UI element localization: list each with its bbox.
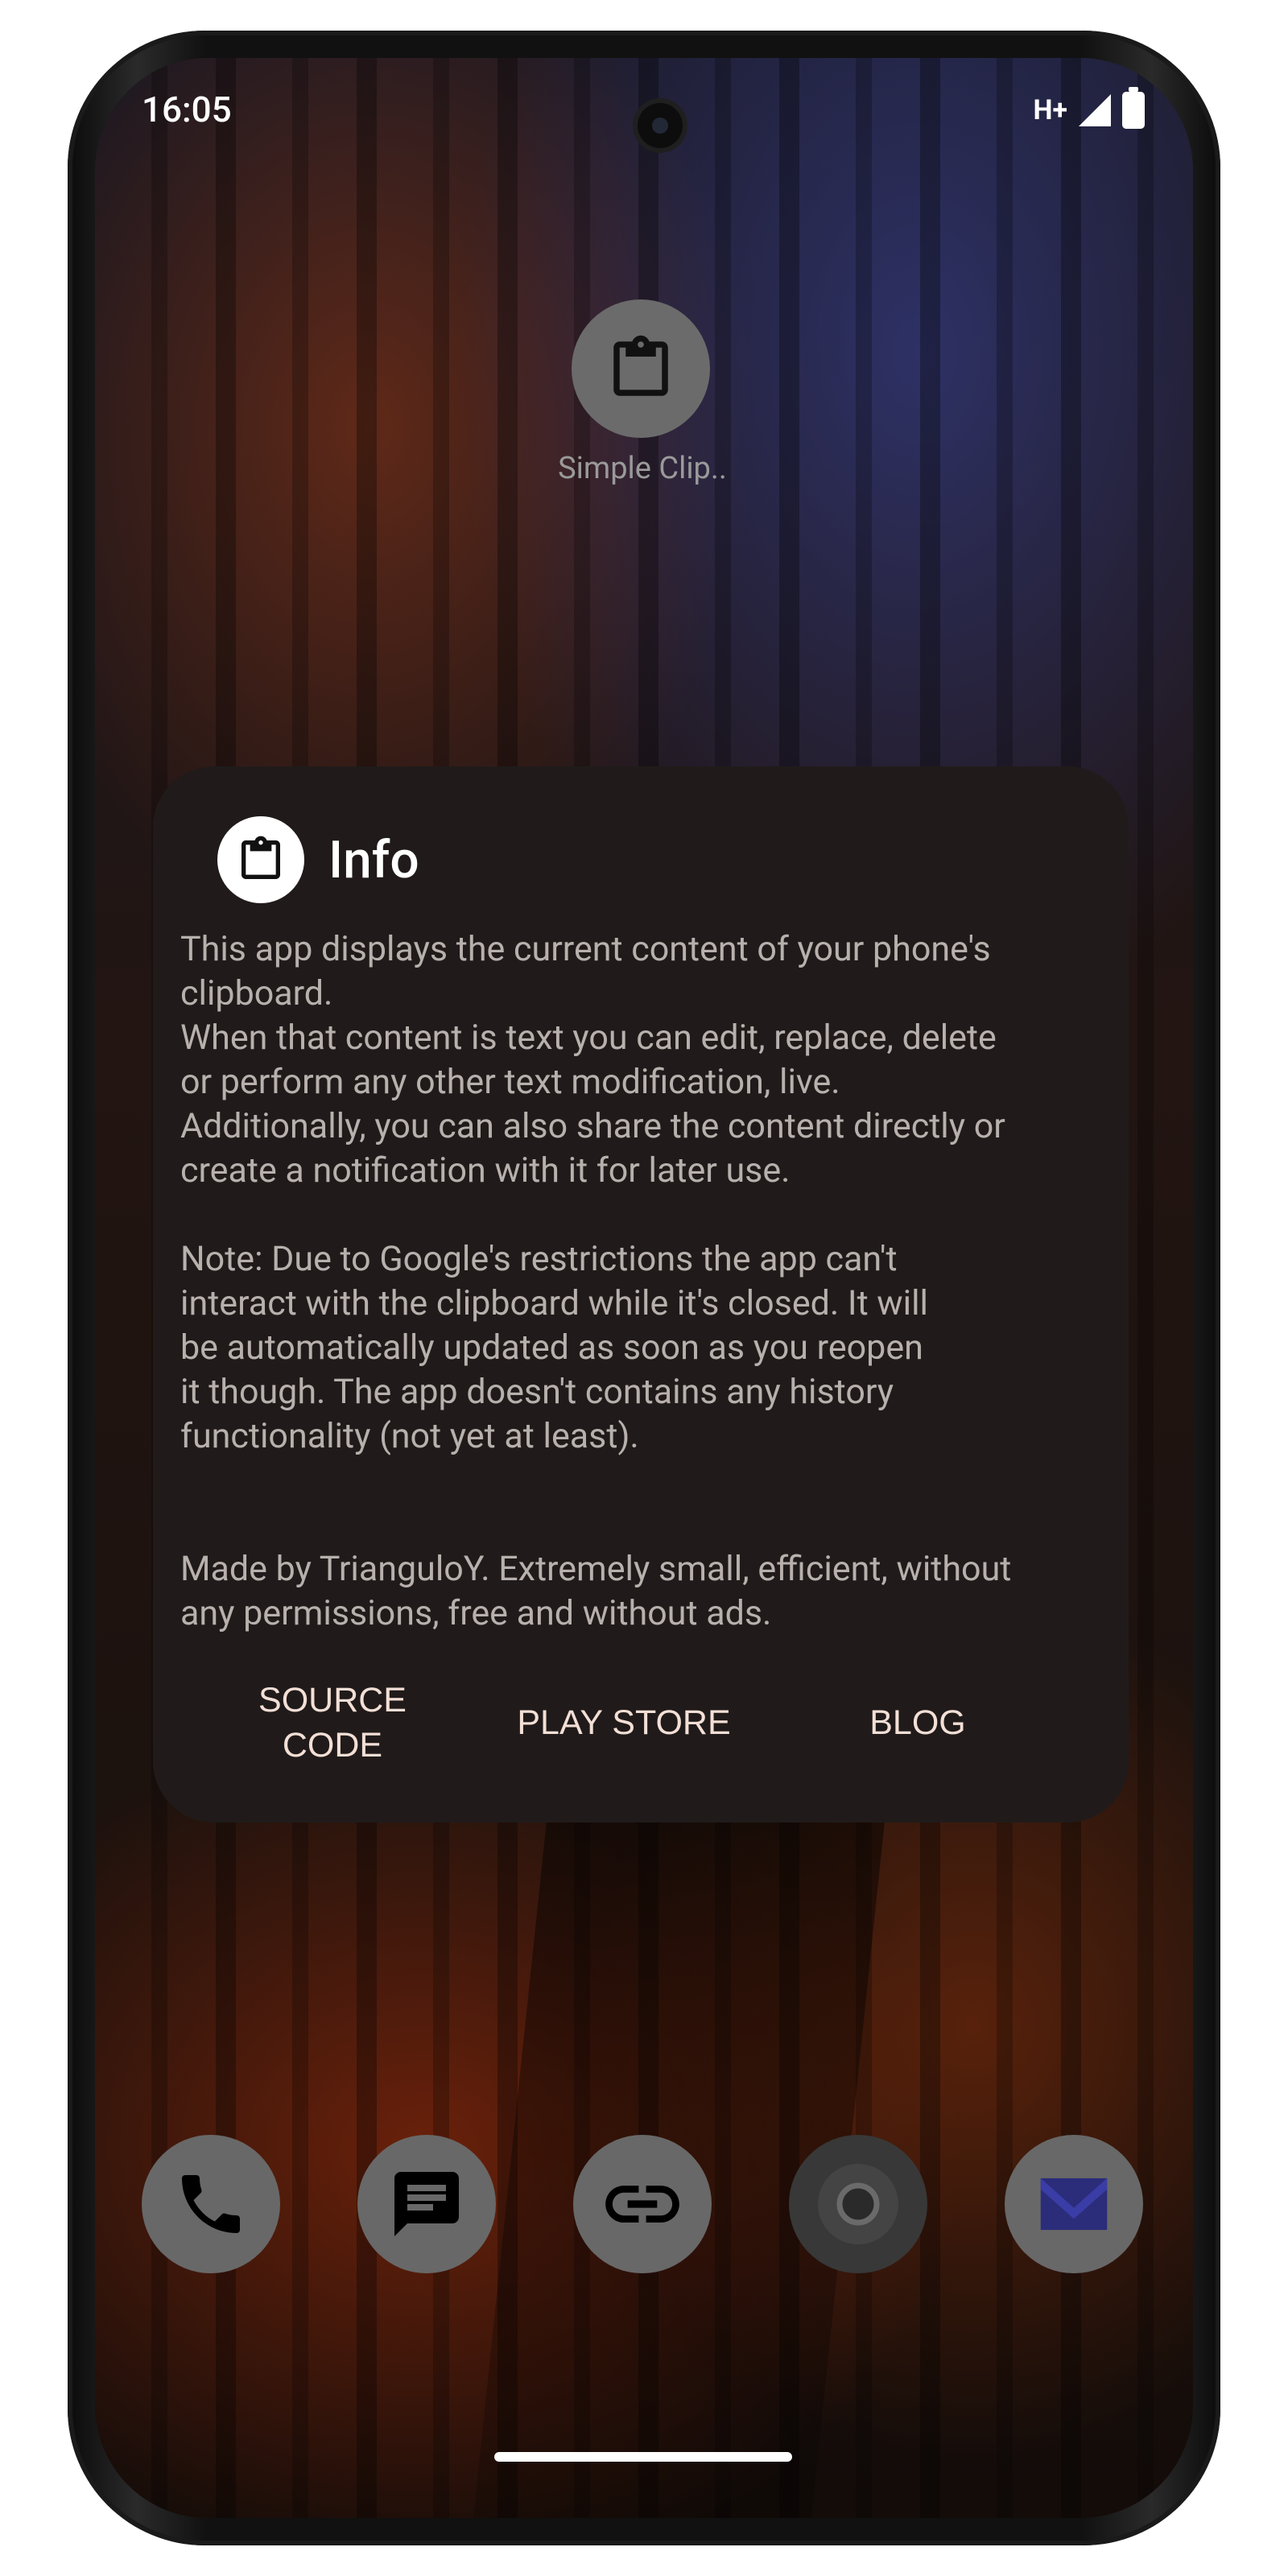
- message-line: This app displays the current content of…: [180, 929, 991, 969]
- dialog-title: Info: [328, 829, 419, 890]
- phone-icon: [182, 2175, 240, 2233]
- app-label: Simple Clip..: [558, 451, 727, 486]
- dock-messages[interactable]: [357, 2135, 496, 2273]
- dock-mail[interactable]: [1005, 2135, 1143, 2273]
- message-line: any permissions, free and without ads.: [180, 1593, 772, 1633]
- network-type: H+: [1033, 94, 1067, 126]
- source-code-label-line2: CODE: [282, 1726, 383, 1765]
- message-line: Note: Due to Google's restrictions the a…: [180, 1239, 898, 1279]
- source-code-button[interactable]: SOURCE CODE: [242, 1678, 423, 1768]
- home-screen: 16:05 H+ Simple Clip.. Info This app dis…: [95, 58, 1193, 2518]
- blog-button[interactable]: BLOG: [845, 1700, 990, 1745]
- navigation-handle[interactable]: [494, 2452, 792, 2462]
- message-line: Made by TrianguloY. Extremely small, eff…: [180, 1549, 1012, 1589]
- signal-icon: [1079, 94, 1111, 126]
- dock-chrome[interactable]: [789, 2135, 927, 2273]
- dock-phone[interactable]: [142, 2135, 280, 2273]
- dialog-actions: SOURCE CODE PLAY STORE BLOG: [153, 1678, 1129, 1774]
- status-time: 16:05: [142, 89, 232, 130]
- status-icons: H+: [1033, 87, 1145, 129]
- front-camera: [638, 103, 683, 148]
- dialog-header: Info: [217, 816, 419, 903]
- source-code-label-line1: SOURCE: [258, 1681, 407, 1719]
- dialog-app-icon: [217, 816, 304, 903]
- message-line: or perform any other text modification, …: [180, 1062, 840, 1102]
- mail-icon: [1040, 2178, 1108, 2231]
- dock-link[interactable]: [573, 2135, 712, 2273]
- play-store-button[interactable]: PLAY STORE: [491, 1700, 757, 1745]
- info-dialog: Info This app displays the current conte…: [153, 766, 1129, 1823]
- dock: [95, 2135, 1193, 2273]
- message-line: create a notification with it for later …: [180, 1150, 791, 1191]
- message-line: clipboard.: [180, 973, 333, 1013]
- clipboard-icon: [242, 836, 280, 879]
- battery-icon: [1122, 87, 1145, 129]
- message-line: Additionally, you can also share the con…: [180, 1106, 1005, 1146]
- clipboard-icon: [613, 335, 668, 396]
- simple-clipboard-app-icon[interactable]: [572, 299, 710, 438]
- chrome-icon: [818, 2164, 898, 2244]
- dialog-message: This app displays the current content of…: [180, 927, 1106, 1636]
- message-line: it though. The app doesn't contains any …: [180, 1372, 894, 1412]
- link-icon: [605, 2186, 679, 2223]
- message-line: When that content is text you can edit, …: [180, 1018, 997, 1058]
- message-line: interact with the clipboard while it's c…: [180, 1283, 928, 1323]
- message-line: be automatically updated as soon as you …: [180, 1327, 923, 1368]
- message-line: functionality (not yet at least).: [180, 1416, 639, 1456]
- messages-icon: [394, 2172, 459, 2236]
